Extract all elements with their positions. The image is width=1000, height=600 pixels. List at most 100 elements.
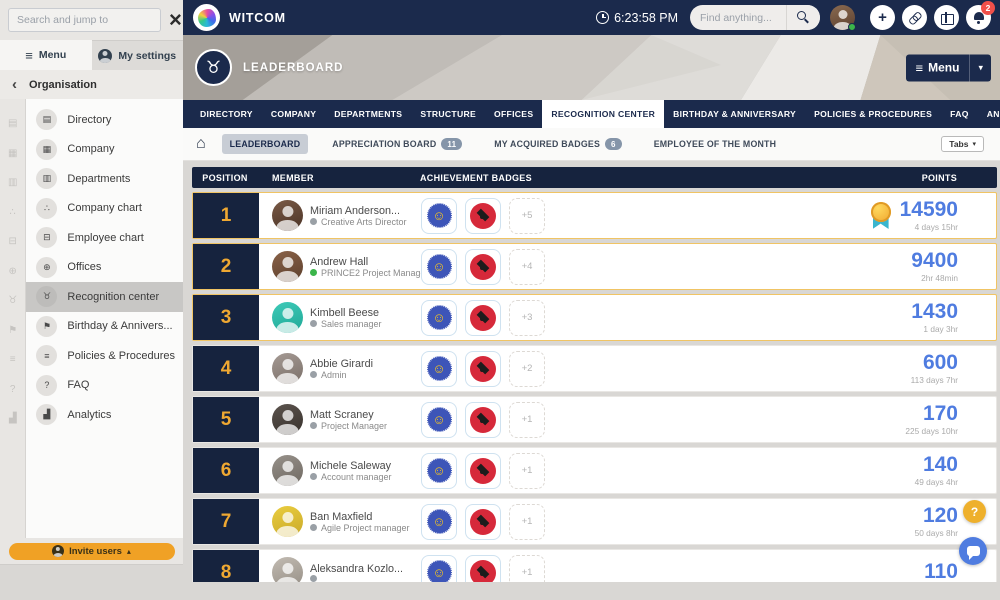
subtab-employee-of-the-month[interactable]: EMPLOYEE OF THE MONTH <box>646 134 784 154</box>
position-cell: 6 <box>193 448 259 493</box>
home-icon[interactable]: ⌂ <box>196 136 206 152</box>
points-time: 49 days 4hr <box>915 477 958 487</box>
points-value: 9400 <box>911 250 958 271</box>
gifts-button[interactable] <box>934 5 959 30</box>
offices-icon: ⊕ <box>36 257 57 278</box>
more-badges[interactable]: +1 <box>509 402 545 438</box>
close-icon[interactable]: × <box>167 10 184 30</box>
sidebar-item-departments[interactable]: ▥ Departments <box>26 164 183 194</box>
points-time: 2hr 48min <box>921 273 958 283</box>
links-button[interactable] <box>902 5 927 30</box>
table-row[interactable]: 3 Kimbell Beese Sales manager ☺ +3 <box>192 294 997 341</box>
notifications-button[interactable]: 2 <box>966 5 991 30</box>
table-row[interactable]: 6 Michele Saleway Account manager ☺ +1 <box>192 447 997 494</box>
more-badges[interactable]: +4 <box>509 249 545 285</box>
tab-departments[interactable]: DEPARTMENTS <box>325 100 411 128</box>
tab-faq[interactable]: FAQ <box>941 100 978 128</box>
sidebar-item-company-chart[interactable]: ∴ Company chart <box>26 194 183 224</box>
avatar <box>272 200 303 231</box>
more-badges[interactable]: +1 <box>509 555 545 583</box>
back-chevron-icon[interactable]: ‹ <box>12 76 17 93</box>
sidebar-item-faq[interactable]: ? FAQ <box>26 371 183 401</box>
sidebar-item-company[interactable]: ▦ Company <box>26 135 183 165</box>
tab-policies-procedures[interactable]: POLICIES & PROCEDURES <box>805 100 941 128</box>
smiley-badge[interactable]: ☺ <box>421 198 457 234</box>
smiley-badge[interactable]: ☺ <box>421 402 457 438</box>
tab-menu[interactable]: ≡ Menu <box>0 40 92 70</box>
graduation-badge[interactable] <box>465 198 501 234</box>
banner-menu-button[interactable]: ≡ Menu ▾ <box>906 54 991 81</box>
sidebar-item-birthday[interactable]: ⚑ Birthday & Annivers... <box>26 312 183 342</box>
jump-search-input[interactable] <box>8 8 161 32</box>
graduation-badge[interactable] <box>465 351 501 387</box>
graduation-badge[interactable] <box>465 453 501 489</box>
find-anything-input[interactable] <box>690 5 786 30</box>
table-row[interactable]: 5 Matt Scraney Project Manager ☺ +1 <box>192 396 997 443</box>
user-avatar[interactable] <box>830 5 855 30</box>
breadcrumb-organisation[interactable]: ‹ Organisation <box>0 70 183 99</box>
table-row[interactable]: 7 Ban Maxfield Agile Project manager ☺ +… <box>192 498 997 545</box>
sidebar-item-offices[interactable]: ⊕ Offices <box>26 253 183 283</box>
avatar <box>272 455 303 486</box>
chat-button[interactable] <box>959 537 987 565</box>
smiley-badge[interactable]: ☺ <box>421 351 457 387</box>
tabs-dropdown-button[interactable]: Tabs▾ <box>941 136 984 152</box>
graduation-badge[interactable] <box>465 402 501 438</box>
more-badges[interactable]: +1 <box>509 453 545 489</box>
table-row[interactable]: 8 Aleksandra Kozlo... ☺ +1 <box>192 549 997 582</box>
leaderboard-table: POSITION MEMBER ACHIEVEMENT BADGES POINT… <box>192 167 997 582</box>
smiley-badge[interactable]: ☺ <box>421 300 457 336</box>
graduation-badge[interactable] <box>465 555 501 583</box>
table-row[interactable]: 1 Miriam Anderson... Creative Arts Direc… <box>192 192 997 239</box>
help-button[interactable]: ? <box>963 500 986 523</box>
position-cell: 3 <box>193 295 259 340</box>
tab-structure[interactable]: STRUCTURE <box>411 100 485 128</box>
smiley-badge[interactable]: ☺ <box>421 249 457 285</box>
search-button[interactable] <box>786 5 820 30</box>
member-role: Project Manager <box>321 421 387 431</box>
app-name: WITCOM <box>229 11 286 25</box>
sidebar-tabs: ≡ Menu My settings <box>0 40 183 70</box>
chevron-down-icon[interactable]: ▾ <box>969 54 991 81</box>
more-badges[interactable]: +3 <box>509 300 545 336</box>
table-row[interactable]: 2 Andrew Hall PRINCE2 Project Manager ☺ … <box>192 243 997 290</box>
tab-offices[interactable]: OFFICES <box>485 100 542 128</box>
subtab-my-acquired-badges[interactable]: MY ACQUIRED BADGES6 <box>486 133 629 155</box>
invite-users-button[interactable]: Invite users ▴ <box>9 543 175 560</box>
sidebar-item-recognition-center[interactable]: ♉ Recognition center <box>26 282 183 312</box>
graduation-badge[interactable] <box>465 249 501 285</box>
more-badges[interactable]: +2 <box>509 351 545 387</box>
faq-icon: ? <box>36 375 57 396</box>
subtab-appreciation-board[interactable]: APPRECIATION BOARD11 <box>324 133 470 155</box>
section-tabs: ⌂ LEADERBOARD APPRECIATION BOARD11 MY AC… <box>183 128 1000 161</box>
app-logo[interactable]: WITCOM <box>193 4 286 31</box>
tab-company[interactable]: COMPANY <box>262 100 325 128</box>
add-button[interactable]: + <box>870 5 895 30</box>
status-dot <box>310 371 317 378</box>
sidebar-item-directory[interactable]: ▤ Directory <box>26 105 183 135</box>
graduation-badge[interactable] <box>465 300 501 336</box>
member-role: PRINCE2 Project Manager <box>321 268 429 278</box>
collapsed-icon-rail: ▤ ▦ ▥ ∴ ⊟ ⊕ ♉ ⚑ ≡ ? ▟ <box>0 99 26 538</box>
subtab-leaderboard[interactable]: LEADERBOARD <box>222 134 309 154</box>
more-badges[interactable]: +5 <box>509 198 545 234</box>
tab-my-settings[interactable]: My settings <box>92 40 184 70</box>
smiley-badge[interactable]: ☺ <box>421 453 457 489</box>
more-badges[interactable]: +1 <box>509 504 545 540</box>
sidebar-item-employee-chart[interactable]: ⊟ Employee chart <box>26 223 183 253</box>
sidebar-item-policies[interactable]: ≡ Policies & Procedures <box>26 341 183 371</box>
smiley-badge[interactable]: ☺ <box>421 555 457 583</box>
section-title: Organisation <box>29 79 97 91</box>
tab-directory[interactable]: DIRECTORY <box>191 100 262 128</box>
tab-birthday-anniversary[interactable]: BIRTHDAY & ANNIVERSARY <box>664 100 805 128</box>
graduation-badge[interactable] <box>465 504 501 540</box>
tab-analytics[interactable]: ANALYTICS <box>978 100 1000 128</box>
table-row[interactable]: 4 Abbie Girardi Admin ☺ +2 <box>192 345 997 392</box>
sidebar-item-analytics[interactable]: ▟ Analytics <box>26 400 183 430</box>
status-dot <box>310 575 317 582</box>
recognition-center-icon: ♉ <box>36 286 57 307</box>
status-dot <box>310 473 317 480</box>
tab-recognition-center[interactable]: RECOGNITION CENTER <box>542 100 664 128</box>
smiley-badge[interactable]: ☺ <box>421 504 457 540</box>
status-dot <box>310 269 317 276</box>
